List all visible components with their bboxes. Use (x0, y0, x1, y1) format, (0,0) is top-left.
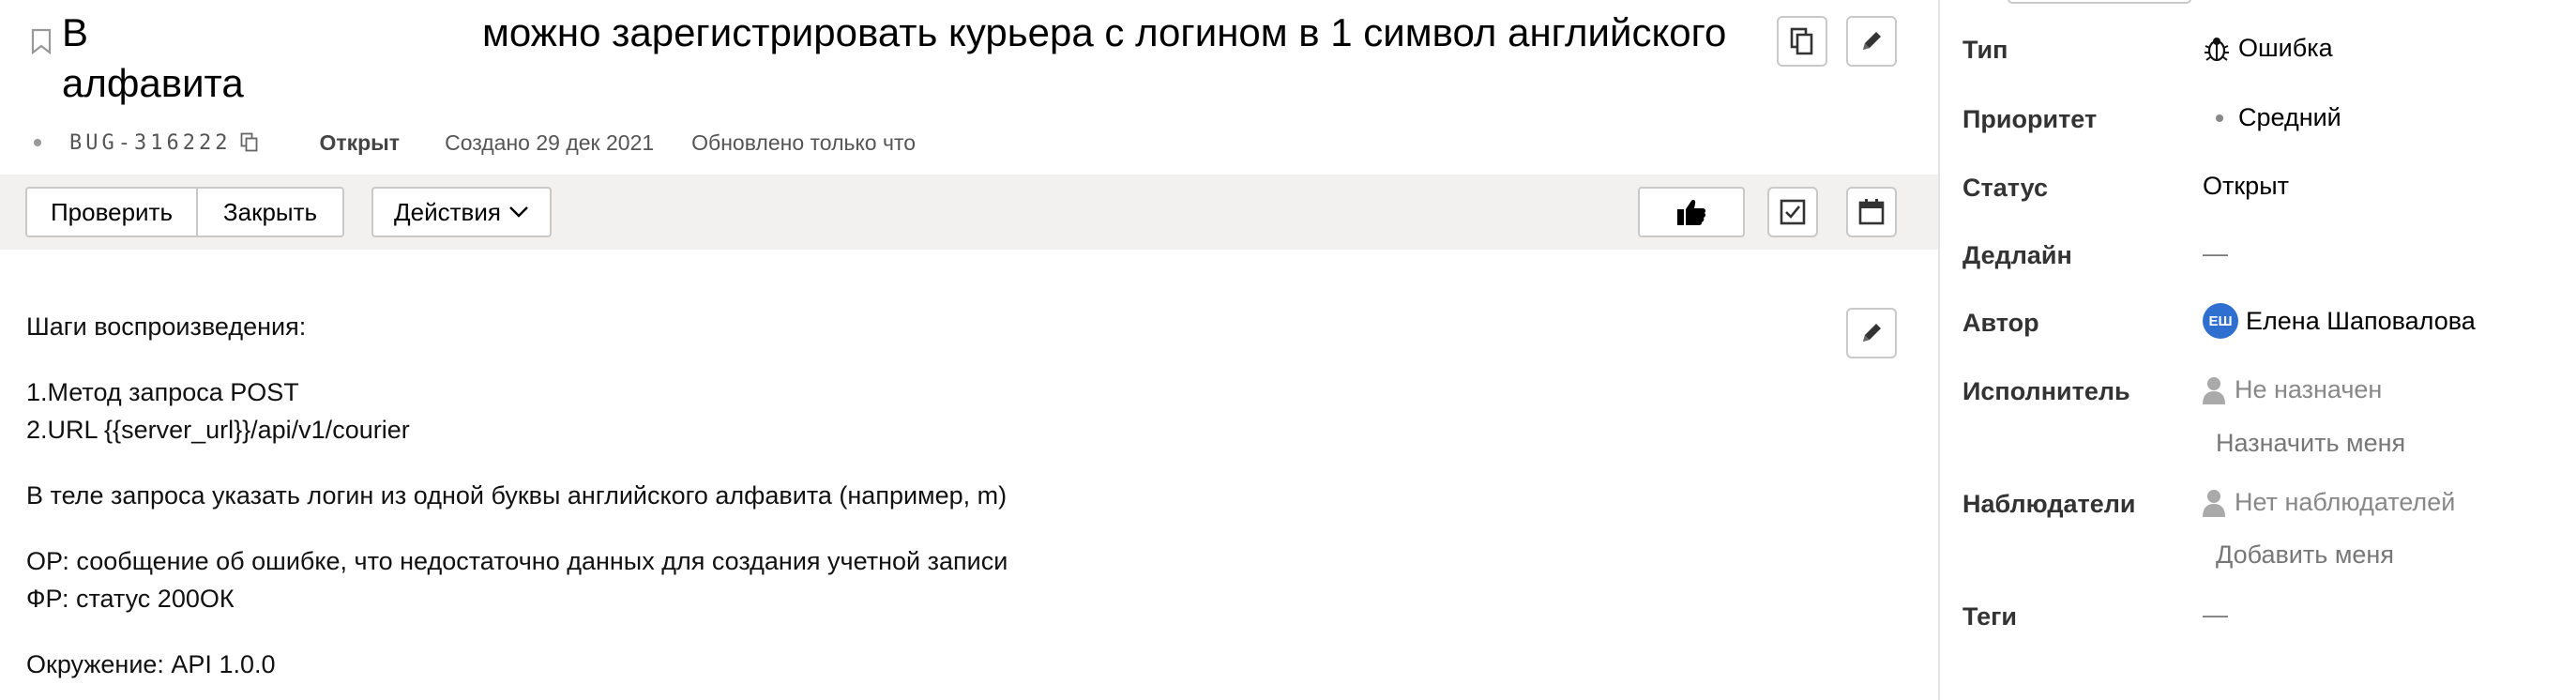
description-line: 2.URL {{server_url}}/api/v1/courier (26, 416, 410, 444)
priority-label: Приоритет (1962, 105, 2098, 133)
status-value[interactable]: Открыт (2203, 172, 2289, 201)
deadline-label: Дедлайн (1962, 241, 2072, 269)
assignee-label: Исполнитель (1962, 377, 2130, 405)
author-value[interactable]: ЕШ Елена Шаповалова (2203, 303, 2476, 339)
edit-description-button[interactable] (1846, 308, 1897, 358)
thumbs-up-icon (1677, 200, 1706, 225)
sidebar-top-button-edge[interactable] (2008, 0, 2191, 4)
description-line: В теле запроса указать логин из одной бу… (26, 481, 1008, 510)
close-button[interactable]: Закрыть (196, 187, 344, 237)
calendar-icon (1858, 199, 1885, 225)
author-name: Елена Шаповалова (2246, 306, 2476, 335)
bug-icon (2205, 37, 2229, 61)
issue-key[interactable]: BUG-316222 (69, 131, 231, 155)
tags-label: Теги (1962, 602, 2018, 631)
deadline-value[interactable]: — (2203, 239, 2228, 268)
avatar: ЕШ (2203, 303, 2238, 339)
pencil-icon (1863, 32, 1881, 50)
type-label: Тип (1962, 36, 2008, 64)
issue-main: Вможно зарегистрировать курьера с логино… (0, 0, 1938, 700)
type-value[interactable]: Ошибка (2203, 34, 2333, 63)
description-line: Шаги воспроизведения: (26, 312, 307, 341)
issue-created: Создано 29 дек 2021 (445, 129, 655, 155)
issue-status: Открыт (319, 129, 401, 155)
status-label: Статус (1962, 174, 2048, 202)
issue-title-part1: В (62, 10, 89, 54)
copy-icon (1790, 27, 1813, 55)
copy-link-button[interactable] (1777, 16, 1827, 67)
checkbox-icon (1780, 199, 1806, 225)
assignee-value-text: Не назначен (2235, 375, 2383, 403)
bookmark-icon[interactable] (31, 28, 52, 54)
checklist-button[interactable] (1767, 187, 1818, 237)
description-line: ФР: статус 200ОК (26, 585, 235, 613)
priority-value[interactable]: Средний (2203, 103, 2341, 132)
tags-value[interactable]: — (2203, 601, 2228, 630)
chevron-down-icon (509, 206, 528, 218)
issue-updated: Обновлено только что (691, 129, 917, 155)
issue-title: Вможно зарегистрировать курьера с логино… (62, 8, 1732, 109)
status-dot (34, 139, 41, 146)
watchers-value[interactable]: Нет наблюдателей (2203, 488, 2455, 517)
actions-toolbar: Проверить Закрыть Действия (0, 175, 1938, 250)
priority-value-text: Средний (2238, 103, 2341, 131)
assignee-value[interactable]: Не назначен (2203, 375, 2382, 404)
issue-title-part2: можно зарегистрировать курьера с логином… (62, 10, 1727, 105)
calendar-button[interactable] (1846, 187, 1897, 237)
issue-meta: BUG-316222 Открыт Создано 29 дек 2021 Об… (34, 129, 916, 157)
description-line: ОР: сообщение об ошибке, что недостаточн… (26, 547, 1008, 575)
edit-title-button[interactable] (1846, 16, 1897, 67)
actions-dropdown[interactable]: Действия (371, 187, 552, 237)
actions-label: Действия (394, 197, 501, 226)
watchers-value-text: Нет наблюдателей (2235, 488, 2456, 516)
copy-key-icon[interactable] (240, 132, 259, 153)
type-value-text: Ошибка (2238, 34, 2333, 62)
assign-me-link[interactable]: Назначить меня (2216, 429, 2405, 458)
watchers-label: Наблюдатели (1962, 490, 2136, 518)
check-button[interactable]: Проверить (25, 187, 198, 237)
user-icon (2203, 376, 2225, 404)
author-label: Автор (1962, 309, 2039, 337)
like-button[interactable] (1638, 187, 1745, 237)
add-me-link[interactable]: Добавить меня (2216, 540, 2394, 570)
priority-dot-icon (2216, 114, 2223, 122)
pencil-icon (1863, 324, 1881, 342)
user-icon (2203, 489, 2225, 517)
description-line: 1.Метод запроса POST (26, 378, 299, 406)
description-line: Окружение: API 1.0.0 (26, 650, 276, 678)
